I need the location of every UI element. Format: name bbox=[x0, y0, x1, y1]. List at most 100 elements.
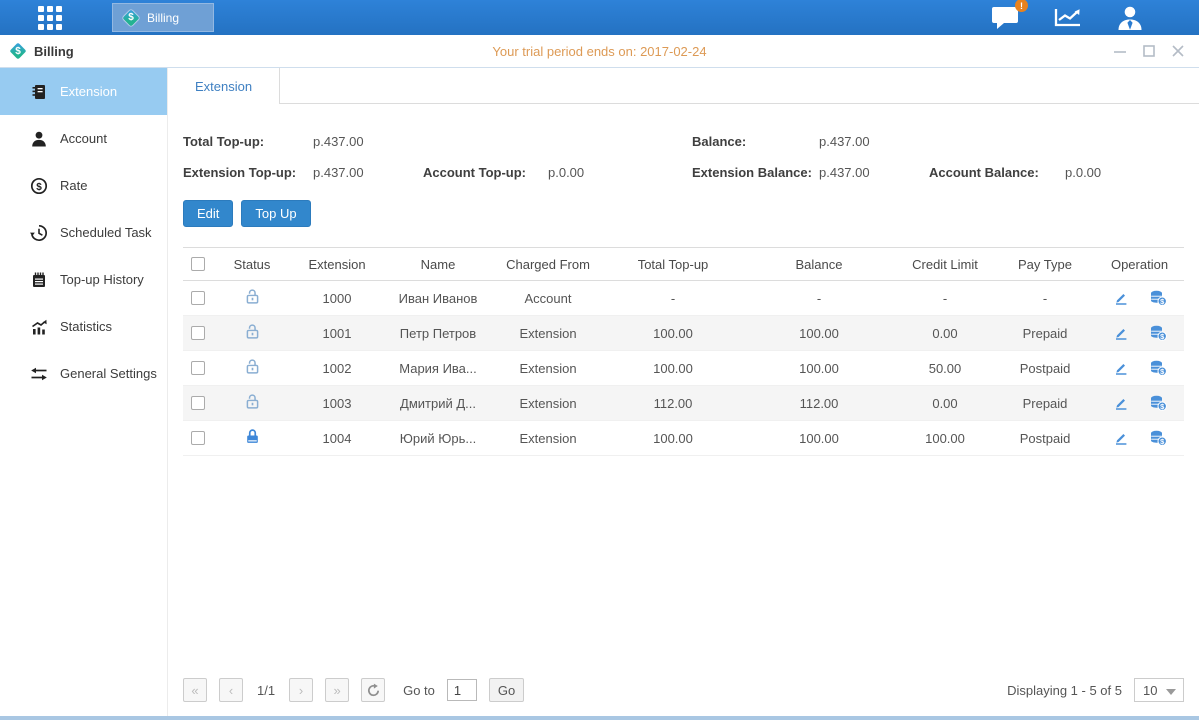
extension-balance-value: p.437.00 bbox=[819, 165, 929, 180]
sidebar-item-extension[interactable]: Extension bbox=[0, 68, 167, 115]
extension-cell: 1000 bbox=[291, 291, 383, 306]
user-icon[interactable] bbox=[1115, 5, 1145, 30]
topup-coins-icon[interactable]: $ bbox=[1149, 290, 1167, 306]
window-bottom-edge bbox=[0, 716, 1199, 720]
col-charged-from: Charged From bbox=[493, 257, 603, 272]
topup-coins-icon[interactable]: $ bbox=[1149, 325, 1167, 341]
sidebar-item-topup-history[interactable]: Top-up History bbox=[0, 256, 167, 303]
messages-icon[interactable]: ! bbox=[991, 5, 1021, 30]
balance-label: Balance: bbox=[692, 134, 819, 149]
row-checkbox[interactable] bbox=[191, 291, 205, 305]
status-cell bbox=[213, 288, 291, 308]
prev-page-button[interactable]: ‹ bbox=[219, 678, 243, 702]
balance-cell: 112.00 bbox=[743, 396, 895, 411]
edit-pencil-icon[interactable] bbox=[1113, 325, 1129, 341]
select-all-checkbox[interactable] bbox=[191, 257, 205, 271]
refresh-button[interactable] bbox=[361, 678, 385, 702]
balance-cell: 100.00 bbox=[743, 326, 895, 341]
last-page-button[interactable]: » bbox=[325, 678, 349, 702]
sidebar-item-label: Scheduled Task bbox=[60, 225, 152, 240]
billing-app-icon: $ bbox=[10, 43, 26, 59]
edit-button[interactable]: Edit bbox=[183, 200, 233, 227]
tab-strip: Extension bbox=[168, 68, 1199, 104]
notebook-icon bbox=[30, 271, 48, 289]
total-topup-value: p.437.00 bbox=[313, 134, 423, 149]
credit-limit-cell: 50.00 bbox=[895, 361, 995, 376]
sidebar-item-general-settings[interactable]: General Settings bbox=[0, 350, 167, 397]
apps-grid-icon[interactable] bbox=[38, 6, 62, 30]
window-title: Billing bbox=[34, 44, 74, 59]
tab-extension[interactable]: Extension bbox=[168, 68, 280, 104]
operation-cell: $ bbox=[1095, 360, 1184, 376]
col-balance: Balance bbox=[743, 257, 895, 272]
table-row[interactable]: 1000 Иван Иванов Account - - - - $ bbox=[183, 281, 1184, 316]
topbar-icons: ! bbox=[991, 5, 1145, 30]
history-clock-icon bbox=[30, 224, 48, 242]
topup-coins-icon[interactable]: $ bbox=[1149, 430, 1167, 446]
credit-limit-cell: 100.00 bbox=[895, 431, 995, 446]
charged-from-cell: Extension bbox=[493, 396, 603, 411]
ledger-icon bbox=[30, 83, 48, 101]
row-checkbox[interactable] bbox=[191, 361, 205, 375]
go-button[interactable]: Go bbox=[489, 678, 524, 702]
topbar-tab-billing[interactable]: $ Billing bbox=[112, 3, 214, 32]
status-cell bbox=[213, 358, 291, 378]
extension-balance-label: Extension Balance: bbox=[692, 165, 819, 180]
edit-pencil-icon[interactable] bbox=[1113, 290, 1129, 306]
topbar-tab-label: Billing bbox=[147, 11, 179, 25]
balance-cell: - bbox=[743, 291, 895, 306]
lock-closed-icon bbox=[244, 428, 261, 445]
sidebar-item-label: Statistics bbox=[60, 319, 112, 334]
total-topup-cell: 100.00 bbox=[603, 326, 743, 341]
page-size-select[interactable]: 10 bbox=[1134, 678, 1184, 702]
topup-coins-icon[interactable]: $ bbox=[1149, 360, 1167, 376]
top-up-button[interactable]: Top Up bbox=[241, 200, 310, 227]
table-body: 1000 Иван Иванов Account - - - - $ bbox=[183, 281, 1184, 456]
table-row[interactable]: 1002 Мария Ива... Extension 100.00 100.0… bbox=[183, 351, 1184, 386]
lock-open-icon bbox=[244, 288, 261, 305]
topup-coins-icon[interactable]: $ bbox=[1149, 395, 1167, 411]
sidebar-item-label: Rate bbox=[60, 178, 87, 193]
sidebar-item-rate[interactable]: $ Rate bbox=[0, 162, 167, 209]
status-cell bbox=[213, 393, 291, 413]
total-topup-label: Total Top-up: bbox=[183, 134, 313, 149]
table-row[interactable]: 1003 Дмитрий Д... Extension 112.00 112.0… bbox=[183, 386, 1184, 421]
name-cell: Юрий Юрь... bbox=[383, 431, 493, 446]
main-content: Extension Total Top-up: p.437.00 Extensi… bbox=[168, 68, 1199, 716]
close-button[interactable] bbox=[1171, 44, 1185, 58]
next-page-button[interactable]: › bbox=[289, 678, 313, 702]
lock-open-icon bbox=[244, 323, 261, 340]
total-topup-cell: 112.00 bbox=[603, 396, 743, 411]
sidebar-item-statistics[interactable]: Statistics bbox=[0, 303, 167, 350]
sidebar-item-account[interactable]: Account bbox=[0, 115, 167, 162]
col-total-topup: Total Top-up bbox=[603, 257, 743, 272]
total-topup-cell: - bbox=[603, 291, 743, 306]
edit-pencil-icon[interactable] bbox=[1113, 395, 1129, 411]
goto-page-input[interactable] bbox=[447, 679, 477, 701]
table-row[interactable]: 1004 Юрий Юрь... Extension 100.00 100.00… bbox=[183, 421, 1184, 456]
sidebar-item-scheduled-task[interactable]: Scheduled Task bbox=[0, 209, 167, 256]
row-checkbox[interactable] bbox=[191, 431, 205, 445]
row-checkbox[interactable] bbox=[191, 326, 205, 340]
row-checkbox[interactable] bbox=[191, 396, 205, 410]
first-page-button[interactable]: « bbox=[183, 678, 207, 702]
edit-pencil-icon[interactable] bbox=[1113, 430, 1129, 446]
credit-limit-cell: - bbox=[895, 291, 995, 306]
charged-from-cell: Extension bbox=[493, 326, 603, 341]
edit-pencil-icon[interactable] bbox=[1113, 360, 1129, 376]
minimize-button[interactable] bbox=[1113, 44, 1127, 58]
status-cell bbox=[213, 323, 291, 343]
summary-panel: Total Top-up: p.437.00 Extension Top-up:… bbox=[168, 104, 1199, 188]
name-cell: Дмитрий Д... bbox=[383, 396, 493, 411]
extension-table: Status Extension Name Charged From Total… bbox=[183, 247, 1184, 456]
displaying-info: Displaying 1 - 5 of 5 bbox=[1007, 683, 1122, 698]
trend-chart-icon bbox=[30, 318, 48, 336]
operation-cell: $ bbox=[1095, 395, 1184, 411]
credit-limit-cell: 0.00 bbox=[895, 396, 995, 411]
sidebar-item-label: General Settings bbox=[60, 366, 157, 381]
table-row[interactable]: 1001 Петр Петров Extension 100.00 100.00… bbox=[183, 316, 1184, 351]
col-extension: Extension bbox=[291, 257, 383, 272]
extension-cell: 1004 bbox=[291, 431, 383, 446]
maximize-button[interactable] bbox=[1142, 44, 1156, 58]
statistics-icon[interactable] bbox=[1053, 5, 1083, 30]
